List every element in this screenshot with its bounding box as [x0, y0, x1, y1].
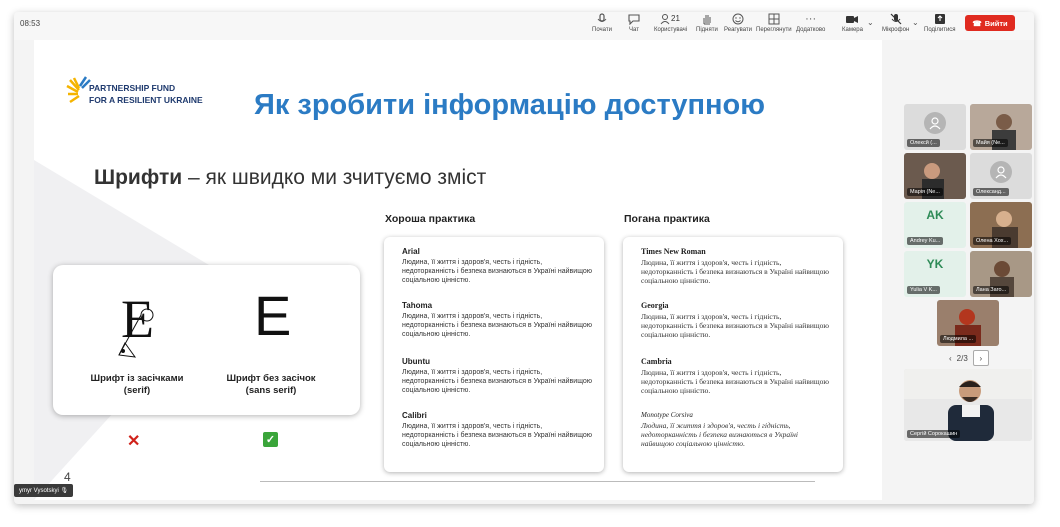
clock: 08:53 [20, 19, 41, 28]
mic-options-button[interactable]: ⌄ [912, 16, 919, 29]
participant-tile[interactable]: Марія (Ne... [904, 153, 966, 199]
slide-page-number: 4 [64, 470, 71, 484]
more-button[interactable]: ··· Додатково [796, 13, 825, 33]
font-sample: Times New Roman Людина, її життя і здоро… [641, 247, 829, 285]
font-sample: Georgia Людина, її життя і здоров'я, чес… [641, 301, 829, 339]
view-button[interactable]: Переглянути [756, 13, 792, 33]
font-sample: Ubuntu Людина, її життя і здоров'я, чест… [402, 357, 593, 394]
mic-icon [890, 13, 902, 26]
share-icon [934, 13, 946, 26]
chevron-down-icon: ⌄ [867, 18, 874, 27]
participant-tile[interactable]: Олексй (... [904, 104, 966, 150]
avatar-icon [924, 112, 946, 134]
phone-hangup-icon: ☎ [972, 18, 982, 28]
bad-practice-heading: Погана практика [624, 213, 710, 225]
camera-button[interactable]: Камера [842, 13, 863, 33]
participant-tile[interactable]: Олена Хох... [970, 202, 1032, 248]
mic-button[interactable]: Мікрофон [882, 13, 909, 33]
gallery-pager: ‹ 2/3 › [949, 350, 989, 366]
good-check-icon: ✓ [263, 432, 278, 447]
chat-button[interactable]: Чат [628, 13, 640, 33]
serif-annotation-icon [118, 308, 154, 358]
camera-options-button[interactable]: ⌄ [867, 16, 874, 29]
font-sample: Cambria Людина, її життя і здоров'я, чес… [641, 357, 829, 395]
font-sample: Tahoma Людина, її життя і здоров'я, чест… [402, 301, 593, 338]
participant-tile[interactable]: Людмила ... [937, 300, 999, 346]
font-type-card: E E Шрифт із засічками (serif) Шрифт без… [53, 265, 360, 415]
chevron-down-icon: ⌄ [912, 18, 919, 27]
raise-hand-icon [701, 13, 713, 26]
mic-icon: 🎙 [60, 488, 69, 494]
meeting-window: 08:53 Почати Чат 21 Користувачі Підняти [14, 12, 1034, 504]
participant-tile[interactable]: YK Yulia V K... [904, 251, 966, 297]
pager-prev-button[interactable]: ‹ [949, 354, 952, 363]
slide-subtitle: Шрифти – як швидко ми зчитуємо зміст [94, 166, 487, 189]
participant-initials: YK [926, 257, 944, 271]
participant-tile[interactable]: AK Andrey Ku... [904, 202, 966, 248]
participant-tile[interactable]: Олександ... [970, 153, 1032, 199]
participant-initials: AK [926, 208, 944, 222]
react-button[interactable]: Реагувати [724, 13, 752, 33]
good-practice-card: Arial Людина, її життя і здоров'я, честь… [384, 237, 604, 472]
bad-practice-card: Times New Roman Людина, її життя і здоро… [623, 237, 843, 472]
font-sample: Arial Людина, її життя і здоров'я, честь… [402, 247, 593, 284]
avatar-icon [990, 161, 1012, 183]
sans-glyph: E [254, 284, 292, 347]
start-button[interactable]: Почати [592, 13, 612, 33]
serif-label: Шрифт із засічками (serif) [90, 373, 184, 396]
pager-text: 2/3 [956, 353, 968, 363]
svg-text:21: 21 [671, 14, 680, 23]
participant-tile[interactable]: Лана Заго... [970, 251, 1032, 297]
font-sample: Monotype Corsiva Людина, її життя і здор… [641, 411, 798, 448]
slide-divider [260, 481, 815, 482]
active-speaker-label: ymyr Vysotskyi 🎙 [14, 484, 74, 497]
meeting-toolbar: 08:53 Почати Чат 21 Користувачі Підняти [14, 12, 1034, 40]
view-icon [768, 13, 780, 26]
participants-button[interactable]: 21 Користувачі [654, 13, 687, 33]
share-button[interactable]: Поділитися [924, 13, 956, 33]
participant-tile[interactable]: Майя (Ne... [970, 104, 1032, 150]
shared-slide: PARTNERSHIP FUND FOR A RESILIENT UKRAINE… [34, 40, 882, 500]
font-sample: Calibri Людина, її життя і здоров'я, чес… [402, 411, 593, 448]
slide-title: Як зробити інформацію доступною [254, 89, 766, 121]
sans-label: Шрифт без засічок (sans serif) [226, 373, 316, 396]
camera-icon [845, 13, 859, 26]
raise-hand-button[interactable]: Підняти [696, 13, 718, 33]
logo-text: PARTNERSHIP FUND FOR A RESILIENT UKRAINE [89, 83, 203, 105]
mic-stage-icon [596, 13, 608, 26]
more-icon: ··· [805, 13, 817, 25]
good-practice-heading: Хороша практика [385, 213, 476, 225]
pager-next-button[interactable]: › [972, 350, 989, 366]
react-icon [732, 13, 744, 26]
bad-cross-icon: ✕ [127, 433, 141, 450]
main-video-tile[interactable]: Сергій Сорокашин [904, 369, 1032, 441]
leave-button[interactable]: ☎ Вийти [965, 15, 1015, 31]
participants-icon: 21 [660, 13, 682, 26]
chat-icon [628, 13, 640, 26]
